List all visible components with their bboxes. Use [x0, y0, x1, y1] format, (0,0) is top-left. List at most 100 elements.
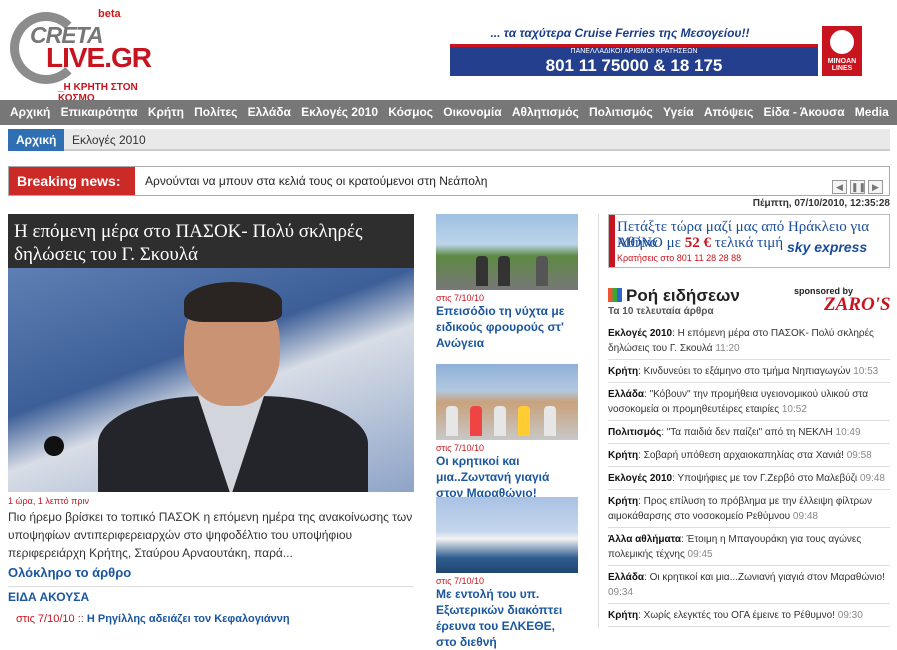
nav-item-economy[interactable]: Οικονομία	[443, 100, 501, 125]
sponsor-logo[interactable]: ZARO'S	[824, 294, 891, 316]
photo-figure	[536, 256, 548, 286]
breadcrumb-current[interactable]: Εκλογές 2010	[72, 129, 146, 151]
sky-ad-only: ΜΟΝΟ με	[617, 235, 685, 251]
breadcrumb: Αρχική Εκλογές 2010	[8, 129, 890, 151]
main-story: Η επόμενη μέρα στο ΠΑΣΟΚ- Πολύ σκληρές δ…	[8, 214, 414, 587]
feed-item[interactable]: Κρήτη: Προς επίλυση το πρόβλημα με την έ…	[608, 490, 890, 528]
side-story-title[interactable]: Οι κρητικοί και μια..Ζωντανή γιαγιά στον…	[436, 453, 578, 501]
feed-item-time: 09:45	[687, 549, 713, 560]
banner-small-text: ΠΑΝΕΛΛΑΔΙΚΟΙ ΑΡΙΘΜΟΙ ΚΡΑΤΗΣΕΩΝ	[570, 48, 698, 55]
feed-item-text[interactable]: : Οι κρητικοί και μια...Ζωνιανή γιαγιά σ…	[644, 572, 885, 583]
side-story-date: στις 7/10/10	[436, 443, 484, 453]
feed-item-time: 09:30	[837, 610, 863, 621]
side-story-image[interactable]	[436, 497, 578, 573]
side-story-image[interactable]	[436, 214, 578, 290]
feed-item[interactable]: Εκλογές 2010: Η επόμενη μέρα στο ΠΑΣΟΚ- …	[608, 322, 890, 360]
sky-ad-phone: Κρατήσεις στο 801 11 28 28 88	[617, 253, 742, 263]
feed-item-text[interactable]: : Προς επίλυση το πρόβλημα με την έλλειψ…	[608, 496, 872, 522]
feed-item[interactable]: Κρήτη: Κινδυνεύει το εξάμηνο στο τμήμα Ν…	[608, 360, 890, 383]
nav-item-opinions[interactable]: Απόψεις	[704, 100, 754, 125]
eida-akousa-item[interactable]: στις 7/10/10 :: Η Ρηγίλλης αδειάζει τον …	[16, 613, 290, 625]
sky-ad-line2: ΜΟΝΟ με 52 € τελικά τιμή	[617, 235, 783, 251]
news-feed-header: Ροή ειδήσεων Τα 10 τελευταία άρθρα spons…	[608, 286, 891, 320]
banner-slogan: ... τα ταχύτερα Cruise Ferries της Μεσογ…	[490, 26, 750, 40]
nav-item-sports[interactable]: Αθλητισμός	[512, 100, 579, 125]
main-story-title[interactable]: Η επόμενη μέρα στο ΠΑΣΟΚ- Πολύ σκληρές δ…	[8, 214, 414, 268]
main-story-photo[interactable]	[8, 268, 414, 492]
minoan-lines-banner[interactable]: ... τα ταχύτερα Cruise Ferries της Μεσογ…	[450, 26, 862, 76]
banner-accent-bar	[609, 215, 615, 267]
feed-item-time: 09:58	[846, 450, 872, 461]
feed-item-category: Ελλάδα	[608, 572, 645, 583]
feed-item-text[interactable]: : Κινδυνεύει το εξάμηνο στο τμήμα Νηπιαγ…	[638, 366, 853, 377]
site-logo[interactable]: beta CRETA LIVE.GR _Η ΚΡΗΤΗ ΣΤΟΝ ΚΟΣΜΟ	[10, 8, 160, 104]
nav-item-greece[interactable]: Ελλάδα	[248, 100, 291, 125]
side-story-title[interactable]: Επεισόδιο τη νύχτα με ειδικούς φρουρούς …	[436, 303, 578, 351]
sky-express-banner[interactable]: Πετάξτε τώρα μαζί μας από Ηράκλειο για Α…	[608, 214, 890, 268]
feed-item[interactable]: Εκλογές 2010: Υποψήφιες με τον Γ.Ζερβό σ…	[608, 467, 890, 490]
photo-figure	[518, 406, 530, 436]
minoan-logo: MINOAN LINES	[822, 26, 862, 76]
sky-express-logo: sky express	[787, 239, 868, 255]
ticker-next-button[interactable]: ▶	[868, 180, 883, 194]
feed-item[interactable]: Κρήτη: Χωρίς ελεγκτές του ΟΓΑ έμεινε το …	[608, 604, 890, 627]
photo-figure	[544, 406, 556, 436]
nav-item-culture[interactable]: Πολιτισμός	[589, 100, 653, 125]
current-datetime: Πέμπτη, 07/10/2010, 12:35:28	[752, 198, 890, 209]
minoan-emblem-icon	[830, 30, 854, 54]
read-full-article-link[interactable]: Ολόκληρο το άρθρο	[8, 565, 414, 580]
ticker-prev-button[interactable]: ◀	[832, 180, 847, 194]
feed-item-text[interactable]: : Υποψήφιες με τον Γ.Ζερβό στο Μαλεβύζι	[672, 473, 860, 484]
feed-item-text[interactable]: : Σοβαρή υπόθεση αρχαιοκαπηλίας στα Χανι…	[638, 450, 847, 461]
side-story: στις 7/10/10 Επεισόδιο τη νύχτα με ειδικ…	[436, 214, 578, 351]
news-feed-title: Ροή ειδήσεων	[626, 286, 740, 305]
feed-item-time: 10:52	[781, 404, 807, 415]
breaking-news-headline[interactable]: Αρνούνται να μπουν στα κελιά τους οι κρα…	[145, 167, 487, 195]
feed-item-category: Άλλα αθλήματα	[608, 534, 681, 545]
feed-item[interactable]: Κρήτη: Σοβαρή υπόθεση αρχαιοκαπηλίας στα…	[608, 444, 890, 467]
sky-ad-final: τελικά τιμή	[710, 235, 784, 251]
feed-item-text[interactable]: : "Κόβουν" την προμήθεια υγειονομικού υλ…	[608, 389, 868, 415]
nav-item-elections[interactable]: Εκλογές 2010	[301, 100, 378, 125]
feed-item-category: Εκλογές 2010	[608, 328, 673, 339]
nav-item-home[interactable]: Αρχική	[10, 100, 50, 125]
feed-item[interactable]: Άλλα αθλήματα: Έτοιμη η Μπαγουράκη για τ…	[608, 528, 890, 566]
side-story-title[interactable]: Με εντολή του υπ. Εξωτερικών διακόπτει έ…	[436, 586, 578, 650]
main-story-time: 1 ώρα, 1 λεπτό πριν	[8, 496, 89, 506]
nav-item-world[interactable]: Κόσμος	[388, 100, 433, 125]
feed-item-text[interactable]: : "Τα παιδιά δεν παίζει" από τη ΝΕΚΛΗ	[661, 427, 835, 438]
feed-item-text[interactable]: : Χωρίς ελεγκτές του ΟΓΑ έμεινε το Ρέθυμ…	[638, 610, 838, 621]
feed-item[interactable]: Ελλάδα: Οι κρητικοί και μια...Ζωνιανή γι…	[608, 566, 890, 604]
feed-item-category: Κρήτη	[608, 366, 639, 377]
breadcrumb-home[interactable]: Αρχική	[8, 129, 65, 151]
photo-figure	[470, 406, 482, 436]
eida-item-date: στις 7/10/10 ::	[16, 613, 84, 625]
microphone-icon	[44, 436, 64, 456]
feed-item[interactable]: Ελλάδα: "Κόβουν" την προμήθεια υγειονομι…	[608, 383, 890, 421]
nav-item-citizens[interactable]: Πολίτες	[194, 100, 237, 125]
sky-ad-price: 52 €	[684, 235, 711, 251]
nav-item-crete[interactable]: Κρήτη	[148, 100, 184, 125]
ticker-pause-button[interactable]: ❚❚	[850, 180, 866, 194]
feed-item-category: Πολιτισμός	[608, 427, 662, 438]
eida-akousa-heading[interactable]: ΕΙΔΑ ΑΚΟΥΣΑ	[8, 590, 89, 604]
divider	[8, 586, 414, 587]
photo-hair	[184, 282, 282, 322]
photo-figure	[494, 406, 506, 436]
logo-text-live: LIVE.GR	[46, 42, 152, 73]
photo-figure	[446, 406, 458, 436]
nav-item-health[interactable]: Υγεία	[663, 100, 694, 125]
eida-item-title[interactable]: Η Ρηγίλλης αδειάζει τον Κεφαλογιάννη	[87, 613, 290, 625]
main-story-summary: Πιο ήρεμο βρίσκει το τοπικό ΠΑΣΟΚ η επόμ…	[8, 510, 413, 560]
side-story-date: στις 7/10/10	[436, 293, 484, 303]
feed-item-time: 10:53	[853, 366, 879, 377]
nav-item-seen-heard[interactable]: Είδα - Άκουσα	[764, 100, 845, 125]
side-story-image[interactable]	[436, 364, 578, 440]
feed-grid-icon	[608, 288, 622, 302]
feed-item-category: Κρήτη	[608, 496, 639, 507]
feed-item-category: Εκλογές 2010	[608, 473, 673, 484]
side-story: στις 7/10/10 Με εντολή του υπ. Εξωτερικώ…	[436, 497, 578, 650]
nav-item-media[interactable]: Media	[855, 100, 889, 125]
feed-item[interactable]: Πολιτισμός: "Τα παιδιά δεν παίζει" από τ…	[608, 421, 890, 444]
nav-item-news[interactable]: Επικαιρότητα	[61, 100, 138, 125]
